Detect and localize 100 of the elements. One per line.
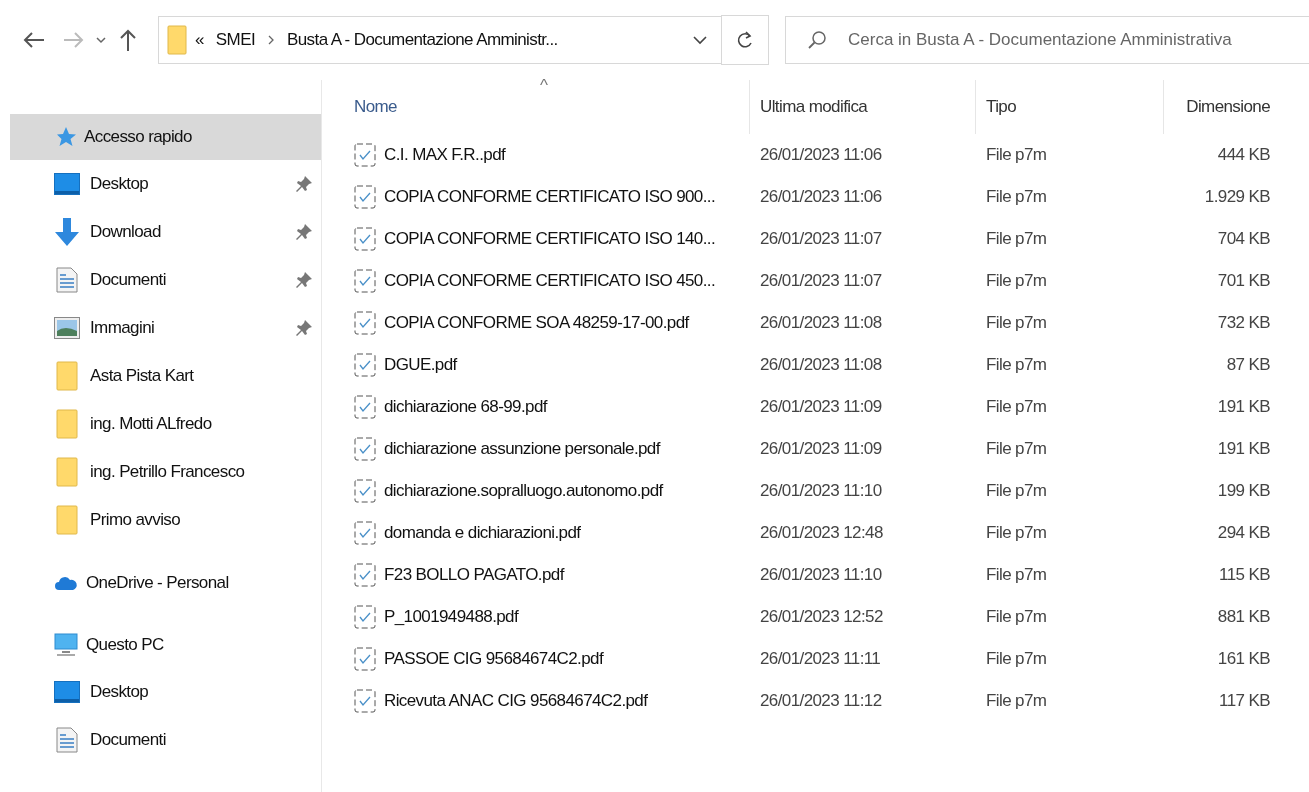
folder-icon — [167, 25, 187, 55]
table-cell-text: File p7m — [985, 523, 1048, 543]
table-cell-text: 87 KB — [1225, 355, 1271, 375]
column-header[interactable]: Tipo — [976, 80, 1164, 134]
desktop-icon — [54, 681, 80, 703]
sidebar-label: Questo PC — [86, 635, 164, 655]
file-name[interactable]: C.I. MAX F.R..pdf — [384, 145, 506, 165]
chevron-down-icon[interactable] — [96, 36, 106, 44]
sidebar-label: Desktop — [90, 174, 150, 194]
sidebar-label: Asta Pista Kart — [90, 366, 195, 386]
checkbox-file-icon — [354, 437, 376, 461]
checkbox-file-icon — [354, 521, 376, 545]
table-cell-text: 732 KB — [1216, 313, 1271, 333]
column-header[interactable]: Ultima modifica — [750, 80, 976, 134]
checkbox-file-icon — [354, 269, 376, 293]
file-name[interactable]: dichiarazione 68-99.pdf — [384, 397, 547, 417]
sidebar-item[interactable]: OneDrive - Personal — [10, 560, 321, 606]
table-cell-text: File p7m — [985, 187, 1048, 207]
checkbox-file-icon — [354, 647, 376, 671]
table-cell-text: 26/01/2023 11:09 — [759, 397, 883, 417]
file-name[interactable]: F23 BOLLO PAGATO.pdf — [384, 565, 564, 585]
sidebar-item[interactable]: Questo PC — [10, 622, 321, 668]
checkbox-file-icon — [354, 689, 376, 713]
desktop-icon — [54, 173, 80, 195]
dropdown-chevron-icon[interactable] — [693, 35, 707, 45]
sidebar-item[interactable]: Asta Pista Kart — [0, 352, 321, 400]
table-cell-text: 191 KB — [1216, 397, 1271, 417]
checkbox-file-icon — [354, 143, 376, 167]
sidebar-label: ing. Petrillo Francesco — [90, 462, 246, 482]
table-cell-text: 26/01/2023 11:12 — [759, 691, 883, 711]
back-arrow-icon[interactable] — [22, 30, 46, 50]
table-cell-text: File p7m — [985, 649, 1048, 669]
table-cell-text: 199 KB — [1216, 481, 1271, 501]
sidebar-item[interactable]: Immagini — [0, 304, 321, 352]
table-cell-text: File p7m — [985, 607, 1048, 627]
checkbox-file-icon — [354, 605, 376, 629]
refresh-button[interactable] — [721, 15, 769, 65]
table-cell-text: 26/01/2023 11:10 — [759, 481, 883, 501]
cloud-icon — [54, 575, 78, 591]
up-arrow-icon[interactable] — [118, 28, 138, 52]
table-cell-text: File p7m — [985, 355, 1048, 375]
sidebar-label: Documenti — [90, 270, 167, 290]
folder-icon — [54, 505, 80, 535]
file-name[interactable]: dichiarazione assunzione personale.pdf — [384, 439, 660, 459]
refresh-icon — [736, 30, 754, 50]
sidebar-item[interactable]: Documenti — [0, 716, 321, 764]
folder-icon — [54, 361, 80, 391]
table-cell-text: File p7m — [985, 397, 1048, 417]
table-cell-text: 191 KB — [1216, 439, 1271, 459]
sidebar-label: Download — [90, 222, 162, 242]
file-name[interactable]: DGUE.pdf — [384, 355, 457, 375]
sidebar-label: Accesso rapido — [84, 127, 192, 147]
table-cell-text: 26/01/2023 11:11 — [759, 649, 882, 669]
sidebar-label: Primo avviso — [90, 510, 182, 530]
table-cell-text: 115 KB — [1218, 565, 1271, 585]
search-field[interactable]: Cerca in Busta A - Documentazione Amministrativa — [785, 16, 1309, 64]
sidebar-label: Documenti — [90, 730, 167, 750]
address-bar[interactable]: « SMEI Busta A - Documentazione Amministr... — [158, 16, 722, 64]
file-name[interactable]: P_1001949488.pdf — [384, 607, 519, 627]
sidebar-label: Desktop — [90, 682, 150, 702]
sidebar-item[interactable]: Documenti — [0, 256, 321, 304]
column-header[interactable]: Dimensione — [1164, 80, 1282, 134]
file-name[interactable]: Ricevuta ANAC CIG 95684674C2.pdf — [384, 691, 648, 711]
table-cell-text: File p7m — [985, 271, 1048, 291]
file-name[interactable]: dichiarazione.sopralluogo.autonomo.pdf — [384, 481, 663, 501]
table-cell-text: 26/01/2023 11:10 — [759, 565, 883, 585]
sidebar-item[interactable]: Desktop — [0, 160, 321, 208]
table-cell-text: File p7m — [985, 229, 1048, 249]
sidebar-label: ing. Motti ALfredo — [90, 414, 213, 434]
checkbox-file-icon — [354, 311, 376, 335]
file-name[interactable]: COPIA CONFORME CERTIFICATO ISO 140... — [384, 229, 716, 249]
sidebar-item[interactable]: Primo avviso — [0, 496, 321, 544]
table-cell-text: 26/01/2023 11:07 — [759, 229, 883, 249]
breadcrumb-overflow[interactable]: « — [195, 30, 204, 50]
checkbox-file-icon — [354, 185, 376, 209]
sidebar-item[interactable]: ing. Petrillo Francesco — [0, 448, 321, 496]
table-cell-text: 161 KB — [1216, 649, 1271, 669]
file-name[interactable]: COPIA CONFORME SOA 48259-17-00.pdf — [384, 313, 689, 333]
file-name[interactable]: COPIA CONFORME CERTIFICATO ISO 450... — [384, 271, 716, 291]
table-cell-text: 26/01/2023 11:09 — [759, 439, 883, 459]
file-name[interactable]: COPIA CONFORME CERTIFICATO ISO 900... — [384, 187, 716, 207]
breadcrumb-item[interactable]: SMEI — [215, 30, 256, 50]
table-cell-text: File p7m — [985, 691, 1048, 711]
file-name[interactable]: domanda e dichiarazioni.pdf — [384, 523, 581, 543]
table-cell-text: 444 KB — [1216, 145, 1271, 165]
file-name[interactable]: PASSOE CIG 95684674C2.pdf — [384, 649, 604, 669]
search-icon — [807, 30, 827, 50]
image-icon — [54, 317, 80, 339]
sidebar-item[interactable]: Desktop — [0, 668, 321, 716]
table-cell-text: 881 KB — [1216, 607, 1271, 627]
sidebar-item[interactable]: Download — [0, 208, 321, 256]
breadcrumb-item[interactable]: Busta A - Documentazione Amministr... — [287, 30, 558, 50]
table-cell-text: File p7m — [985, 145, 1048, 165]
checkbox-file-icon — [354, 395, 376, 419]
sidebar-item[interactable]: Accesso rapido — [10, 114, 321, 160]
star-icon — [54, 126, 76, 148]
table-cell-text: 704 KB — [1216, 229, 1271, 249]
sidebar-item[interactable]: ing. Motti ALfredo — [0, 400, 321, 448]
chevron-right-icon — [267, 35, 276, 45]
table-cell-text: 26/01/2023 11:06 — [759, 145, 883, 165]
